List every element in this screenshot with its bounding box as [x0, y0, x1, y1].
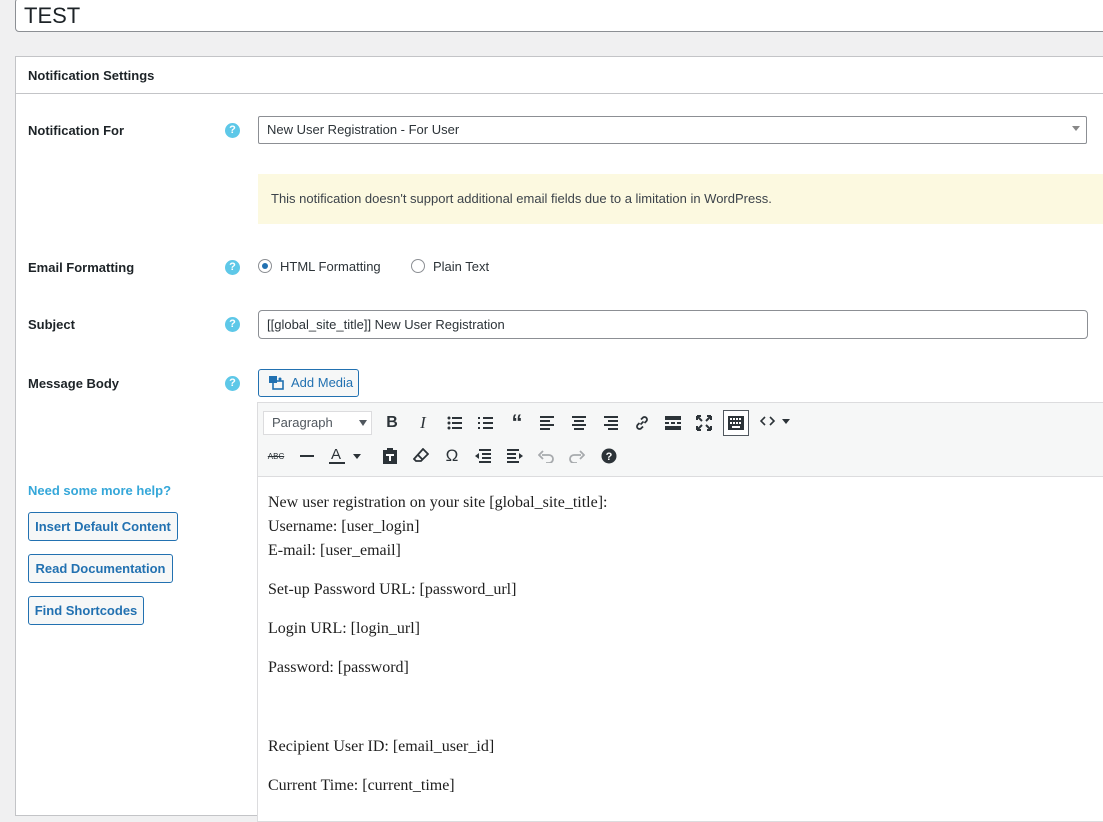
insert-default-content-button[interactable]: Insert Default Content [28, 512, 178, 541]
fullscreen-icon[interactable] [691, 410, 717, 436]
special-character-icon[interactable]: Ω [439, 443, 465, 469]
align-center-icon[interactable] [566, 410, 592, 436]
content-line: Recipient User ID: [email_user_id] [268, 738, 495, 755]
add-media-icon [269, 376, 284, 390]
email-formatting-label: Email Formatting [28, 260, 135, 275]
radio-html-formatting[interactable] [258, 259, 272, 273]
add-media-label: Add Media [291, 375, 354, 390]
need-more-help-heading: Need some more help? [28, 483, 172, 498]
svg-text:A: A [331, 447, 341, 463]
read-documentation-button[interactable]: Read Documentation [28, 554, 173, 583]
message-editor: Paragraph B I “ ABC A Ω ? New user regis… [257, 402, 1103, 822]
panel-title: Notification Settings [28, 68, 155, 83]
notification-for-select[interactable]: New User Registration - For User [258, 116, 1087, 144]
subject-input[interactable]: [[global_site_title]] New User Registrat… [258, 310, 1088, 339]
subject-label: Subject [28, 317, 75, 332]
add-media-button[interactable]: Add Media [258, 369, 359, 397]
content-line: Login URL: [login_url] [268, 620, 420, 637]
help-icon[interactable]: ? [225, 376, 240, 391]
content-line: E-mail: [user_email] [268, 542, 401, 559]
blockquote-icon[interactable]: “ [504, 410, 530, 436]
panel-header: Notification Settings [16, 57, 1103, 94]
format-select-value: Paragraph [272, 415, 333, 430]
strikethrough-icon[interactable]: ABC [263, 443, 289, 469]
link-icon[interactable] [629, 410, 655, 436]
align-right-icon[interactable] [597, 410, 623, 436]
indent-icon[interactable] [502, 443, 528, 469]
radio-html-formatting-label[interactable]: HTML Formatting [280, 259, 381, 274]
bullet-list-icon[interactable] [442, 410, 468, 436]
chevron-down-icon [359, 420, 367, 426]
toolbar-toggle-icon[interactable] [723, 410, 749, 436]
editor-toolbar: Paragraph B I “ ABC A Ω ? [258, 403, 1103, 477]
horizontal-line-icon[interactable] [294, 443, 320, 469]
italic-icon[interactable]: I [410, 410, 436, 436]
radio-plain-text-label[interactable]: Plain Text [433, 259, 489, 274]
content-line: Set-up Password URL: [password_url] [268, 581, 517, 598]
read-more-icon[interactable] [660, 410, 686, 436]
notice-message: This notification doesn't support additi… [258, 174, 1103, 224]
help-icon[interactable]: ? [225, 260, 240, 275]
svg-text:?: ? [606, 451, 613, 463]
outdent-icon[interactable] [470, 443, 496, 469]
find-shortcodes-button[interactable]: Find Shortcodes [28, 596, 144, 625]
code-icon[interactable] [754, 408, 794, 434]
content-line: Username: [user_login] [268, 518, 420, 535]
chevron-down-icon [1072, 126, 1080, 131]
post-title-input[interactable]: TEST [15, 0, 1103, 32]
content-line: New user registration on your site [glob… [268, 494, 608, 511]
radio-plain-text[interactable] [411, 259, 425, 273]
notification-for-selected: New User Registration - For User [267, 122, 460, 137]
help-icon[interactable]: ? [596, 443, 622, 469]
message-body-label: Message Body [28, 376, 120, 391]
help-icon[interactable]: ? [225, 123, 240, 138]
content-line: Current Time: [current_time] [268, 777, 455, 794]
numbered-list-icon[interactable] [473, 410, 499, 436]
paste-text-icon[interactable] [377, 443, 403, 469]
notification-settings-panel: Notification Settings Notification For ?… [15, 56, 1103, 822]
text-color-icon[interactable]: A [326, 443, 366, 469]
undo-icon[interactable] [533, 443, 559, 469]
align-left-icon[interactable] [535, 410, 561, 436]
notification-for-label: Notification For [28, 123, 125, 138]
help-icon[interactable]: ? [225, 317, 240, 332]
format-select[interactable]: Paragraph [263, 411, 372, 435]
content-line: Password: [password] [268, 659, 409, 676]
redo-icon[interactable] [564, 443, 590, 469]
bold-icon[interactable]: B [379, 410, 405, 436]
clear-formatting-icon[interactable] [408, 443, 434, 469]
